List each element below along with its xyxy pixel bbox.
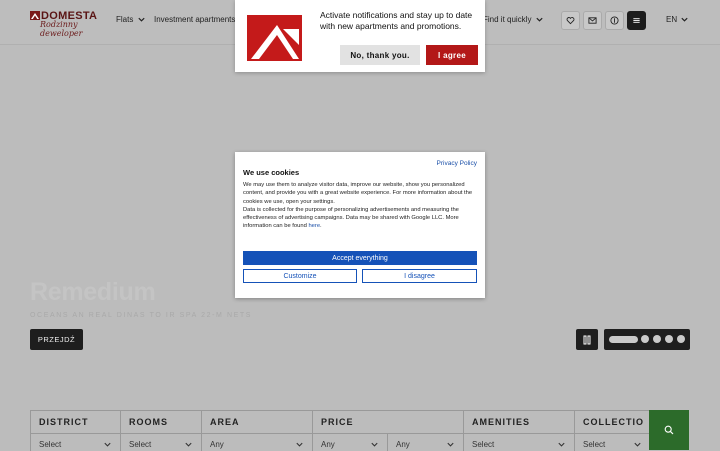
menu-button[interactable]	[627, 11, 646, 30]
area-select-value: Any	[210, 440, 224, 449]
chevron-down-icon	[104, 442, 111, 447]
slider-dot[interactable]	[641, 335, 649, 343]
price-to-select[interactable]: Any	[388, 433, 463, 451]
mail-icon	[588, 17, 597, 24]
cookie-consent-dialog: Privacy Policy We use cookies We may use…	[235, 152, 485, 298]
hero-title: Remedium	[30, 278, 156, 306]
district-select[interactable]: Select	[31, 433, 120, 451]
chevron-down-icon	[558, 442, 565, 447]
language-label: EN	[666, 15, 678, 24]
chevron-down-icon	[634, 442, 641, 447]
slider-dot[interactable]	[677, 335, 685, 343]
accept-all-cookies-button[interactable]: Accept everything	[243, 251, 477, 265]
goto-button[interactable]: PRZEJDŹ	[30, 329, 83, 350]
hero-subtitle: OCEANS AN REAL DINAS TO IR SPA 22-M NETS	[30, 312, 253, 319]
amenities-select[interactable]: Select	[464, 433, 574, 451]
search-filters: DISTRICT Select ROOMS Select AREA Any PR…	[30, 410, 650, 451]
heart-icon	[566, 17, 575, 25]
logo[interactable]: DOMESTA Rodzinny deweloper	[30, 10, 106, 38]
filter-rooms: ROOMS Select	[121, 411, 202, 451]
price-from-value: Any	[321, 440, 335, 449]
rooms-select-value: Select	[129, 440, 152, 449]
currency-icon	[610, 16, 619, 25]
logo-subtitle: Rodzinny deweloper	[40, 20, 83, 38]
chevron-down-icon	[138, 17, 145, 22]
slider-pagination	[604, 329, 690, 350]
slider-dot-active[interactable]	[609, 336, 638, 343]
search-icon	[664, 425, 674, 435]
filter-area-label: AREA	[210, 417, 240, 427]
cookie-here-link[interactable]: here	[308, 223, 320, 229]
filter-price-label: PRICE	[321, 417, 354, 427]
amenities-select-value: Select	[472, 440, 495, 449]
filter-amenities-label: AMENITIES	[472, 417, 531, 427]
filter-area: AREA Any	[202, 411, 313, 451]
customize-cookies-button[interactable]: Customize	[243, 269, 357, 283]
filter-price: PRICE Any Any	[313, 411, 464, 451]
cookie-body-para-1: We may use them to analyze visitor data,…	[243, 182, 473, 205]
contact-button[interactable]	[583, 11, 602, 30]
nav-flats-label: Flats	[116, 15, 134, 24]
reject-cookies-button[interactable]: I disagree	[362, 269, 477, 283]
filter-district: DISTRICT Select	[31, 411, 121, 451]
decline-notifications-button[interactable]: No, thank you.	[340, 45, 420, 65]
favorites-button[interactable]	[561, 11, 580, 30]
privacy-policy-link[interactable]: Privacy Policy	[437, 160, 477, 167]
brand-logo-icon	[247, 15, 302, 61]
search-button[interactable]	[649, 410, 689, 450]
slider-dot[interactable]	[665, 335, 673, 343]
cookie-body-para-2: Data is collected for the purpose of per…	[243, 206, 459, 230]
chevron-down-icon	[371, 442, 378, 447]
logo-mark-icon	[30, 11, 40, 20]
filter-collection: COLLECTIO Select	[575, 411, 650, 451]
nav-find-quickly[interactable]: Find it quickly	[483, 15, 544, 24]
cookie-title: We use cookies	[243, 168, 300, 177]
slider-dot[interactable]	[653, 335, 661, 343]
collection-select[interactable]: Select	[575, 433, 650, 451]
notification-prompt: Activate notifications and stay up to da…	[235, 0, 485, 72]
nav-investment-apartments[interactable]: Investment apartments	[154, 15, 235, 24]
pause-icon	[583, 335, 591, 344]
filter-rooms-label: ROOMS	[129, 417, 169, 427]
cookie-body: We may use them to analyze visitor data,…	[243, 182, 473, 230]
pricing-button[interactable]	[605, 11, 624, 30]
district-select-value: Select	[39, 440, 62, 449]
chevron-down-icon	[536, 17, 544, 22]
filter-collection-label: COLLECTIO	[583, 417, 644, 427]
nav-flats[interactable]: Flats	[116, 15, 146, 24]
price-from-select[interactable]: Any	[313, 433, 388, 451]
nav-find-label: Find it quickly	[483, 15, 532, 24]
rooms-select[interactable]: Select	[121, 433, 201, 451]
collection-select-value: Select	[583, 440, 606, 449]
nav-investment-label: Investment apartments	[154, 15, 236, 24]
hamburger-icon	[633, 18, 640, 23]
language-selector[interactable]: EN	[666, 15, 689, 24]
price-to-value: Any	[396, 440, 410, 449]
accept-notifications-button[interactable]: I agree	[426, 45, 478, 65]
chevron-down-icon	[185, 442, 192, 447]
filter-amenities: AMENITIES Select	[464, 411, 575, 451]
notification-text: Activate notifications and stay up to da…	[320, 10, 473, 31]
slider-pause-button[interactable]	[576, 329, 598, 350]
area-select[interactable]: Any	[202, 433, 312, 451]
chevron-down-icon	[296, 442, 303, 447]
chevron-down-icon	[447, 442, 454, 447]
chevron-down-icon	[681, 17, 688, 22]
filter-district-label: DISTRICT	[39, 417, 89, 427]
